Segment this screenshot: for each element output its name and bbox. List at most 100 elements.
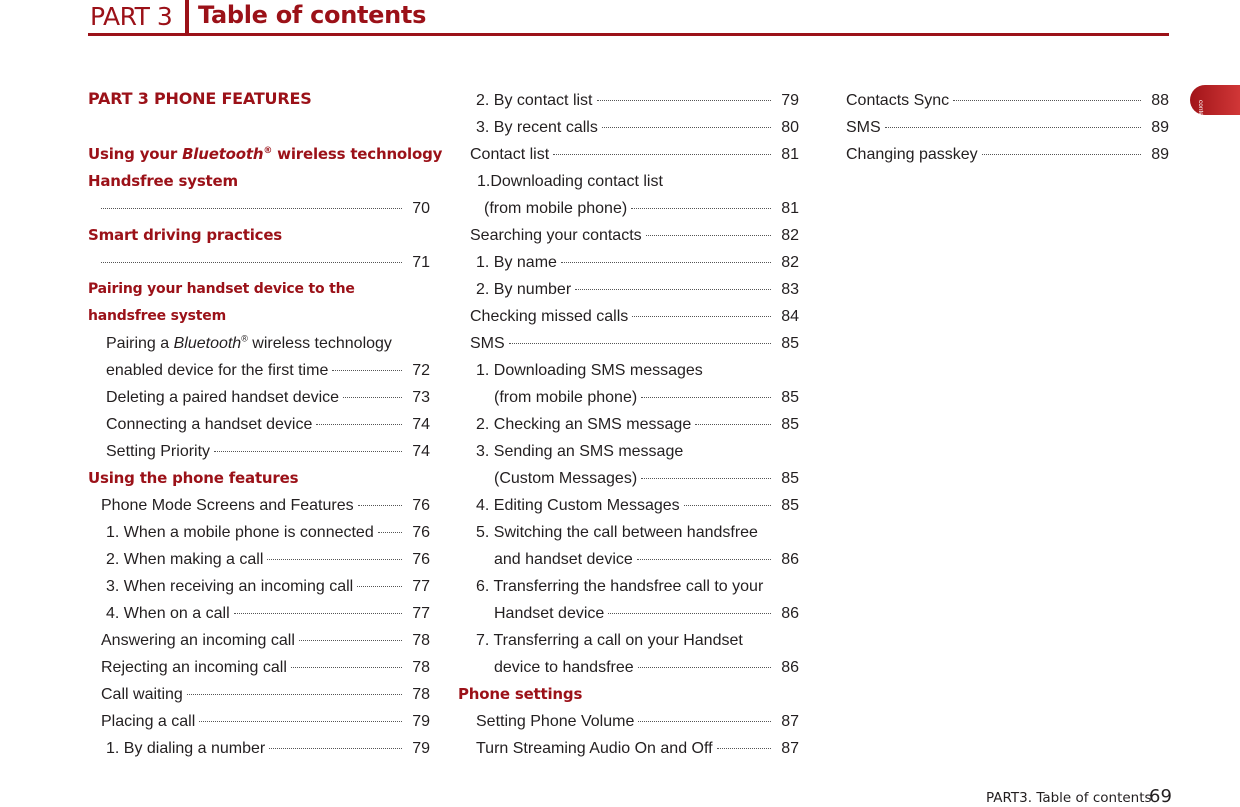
entry-label: 1. By name: [476, 254, 557, 271]
toc-entry[interactable]: 3. When receiving an incoming call 77: [88, 573, 430, 600]
toc-entry[interactable]: 2. Checking an SMS message 85: [458, 411, 799, 438]
toc-entry[interactable]: Contact list 81: [458, 141, 799, 168]
heading-text-italic: Bluetooth: [182, 145, 264, 163]
leader-dots: [641, 397, 771, 398]
entry-label: Placing a call: [101, 713, 196, 730]
section-heading-bluetooth[interactable]: Using your Bluetooth® wireless technolog…: [88, 141, 442, 168]
page-number: 86: [781, 659, 799, 676]
entry-label: Setting Phone Volume: [476, 713, 635, 730]
leader-dots: [553, 154, 771, 155]
toc-entry[interactable]: 2. When making a call 76: [88, 546, 430, 573]
page-number-footer: 69: [1149, 786, 1172, 807]
page-number: 87: [781, 713, 799, 730]
toc-entry[interactable]: 71: [88, 249, 430, 276]
entry-label: 7. Transferring a call on your Handset: [476, 632, 743, 649]
page-header: PART 3 Table of contents: [88, 0, 1169, 36]
page-number: 88: [1151, 92, 1169, 109]
toc-entry[interactable]: SMS 89: [846, 114, 1169, 141]
toc-entry[interactable]: Turn Streaming Audio On and Off 87: [458, 735, 799, 762]
leader-dots: [377, 532, 402, 533]
toc-entry[interactable]: Searching your contacts 82: [458, 222, 799, 249]
page-number: 81: [781, 200, 799, 217]
entry-label: 2. By contact list: [476, 92, 593, 109]
toc-entry[interactable]: Phone Mode Screens and Features 76: [88, 492, 430, 519]
page-number: 86: [781, 551, 799, 568]
toc-entry[interactable]: 70: [88, 195, 430, 222]
leader-dots: [316, 424, 402, 425]
toc-entry-line1[interactable]: 6. Transferring the handsfree call to yo…: [458, 573, 799, 600]
toc-column-1: PART 3 PHONE FEATURES Using your Bluetoo…: [88, 87, 442, 762]
toc-entry[interactable]: Deleting a paired handset device 73: [88, 384, 430, 411]
toc-entry[interactable]: 1. When a mobile phone is connected 76: [88, 519, 430, 546]
toc-entry[interactable]: enabled device for the first time 72: [88, 357, 430, 384]
page-number: 89: [1151, 146, 1169, 163]
toc-entry[interactable]: (from mobile phone) 85: [458, 384, 799, 411]
toc-entry[interactable]: 1. By name 82: [458, 249, 799, 276]
toc-entry-line1[interactable]: 1. Downloading SMS messages: [458, 357, 799, 384]
page-number: 77: [412, 578, 430, 595]
toc-entry[interactable]: 2. By number 83: [458, 276, 799, 303]
toc-entry-line1[interactable]: 5. Switching the call between handsfree: [458, 519, 799, 546]
entry-label: 1.Downloading contact list: [477, 173, 663, 190]
toc-entry-line1[interactable]: 7. Transferring a call on your Handset: [458, 627, 799, 654]
toc-column-3: Contacts Sync 88 SMS 89 Changing passkey…: [846, 87, 1169, 168]
section-heading-smart-driving[interactable]: Smart driving practices: [88, 222, 430, 249]
toc-entry[interactable]: Placing a call 79: [88, 708, 430, 735]
section-heading-phone-settings[interactable]: Phone settings: [458, 681, 799, 708]
page-number: 79: [781, 92, 799, 109]
part-heading: PART 3 PHONE FEATURES: [88, 89, 312, 108]
toc-entry[interactable]: (Custom Messages) 85: [458, 465, 799, 492]
page-number: 76: [412, 524, 430, 541]
entry-label: Phone Mode Screens and Features: [101, 497, 354, 514]
entry-label: 1. When a mobile phone is connected: [106, 524, 374, 541]
leader-dots: [233, 613, 402, 614]
entry-label: and handset device: [494, 551, 633, 568]
page-footer: PART3. Table of contents 69: [986, 786, 1172, 807]
contents-side-tab[interactable]: contents: [1190, 85, 1240, 125]
toc-entry[interactable]: Setting Priority 74: [88, 438, 430, 465]
toc-entry[interactable]: 4. When on a call 77: [88, 600, 430, 627]
part-label: PART 3: [90, 2, 173, 31]
section-heading-pairing-line2[interactable]: handsfree system: [88, 303, 430, 330]
toc-entry[interactable]: Answering an incoming call 78: [88, 627, 430, 654]
leader-dots: [199, 721, 402, 722]
toc-column-2: 2. By contact list 79 3. By recent calls…: [458, 87, 799, 762]
toc-entry[interactable]: Rejecting an incoming call 78: [88, 654, 430, 681]
toc-entry[interactable]: device to handsfree 86: [458, 654, 799, 681]
toc-entry[interactable]: Checking missed calls 84: [458, 303, 799, 330]
leader-dots: [645, 235, 771, 236]
toc-entry[interactable]: SMS 85: [458, 330, 799, 357]
page-number: 85: [781, 497, 799, 514]
toc-entry[interactable]: and handset device 86: [458, 546, 799, 573]
toc-entry-line1[interactable]: 3. Sending an SMS message: [458, 438, 799, 465]
toc-entry[interactable]: Contacts Sync 88: [846, 87, 1169, 114]
page-number: 72: [412, 362, 430, 379]
toc-entry[interactable]: 3. By recent calls 80: [458, 114, 799, 141]
page-number: 79: [412, 740, 430, 757]
toc-entry[interactable]: 1. By dialing a number 79: [88, 735, 430, 762]
leader-dots: [101, 208, 402, 209]
leader-dots: [608, 613, 771, 614]
section-heading-pairing[interactable]: Pairing your handset device to the: [88, 276, 430, 303]
page-number: 82: [781, 254, 799, 271]
toc-entry[interactable]: Connecting a handset device 74: [88, 411, 430, 438]
toc-entry[interactable]: 4. Editing Custom Messages 85: [458, 492, 799, 519]
toc-entry[interactable]: Handset device 86: [458, 600, 799, 627]
leader-dots: [638, 721, 771, 722]
page-number: 80: [781, 119, 799, 136]
entry-label: device to handsfree: [494, 659, 634, 676]
toc-entry[interactable]: 2. By contact list 79: [458, 87, 799, 114]
toc-entry[interactable]: (from mobile phone) 81: [458, 195, 799, 222]
leader-dots: [632, 316, 771, 317]
section-heading-using-phone[interactable]: Using the phone features: [88, 465, 430, 492]
section-heading-bluetooth-line2[interactable]: Handsfree system: [88, 168, 430, 195]
registered-mark: ®: [241, 333, 248, 344]
leader-dots: [953, 100, 1141, 101]
toc-entry[interactable]: Call waiting 78: [88, 681, 430, 708]
entry-text-italic: Bluetooth: [173, 335, 242, 352]
toc-entry-line1[interactable]: 1.Downloading contact list: [458, 168, 799, 195]
toc-entry-line1[interactable]: Pairing a Bluetooth® wireless technology: [88, 330, 430, 357]
toc-entry[interactable]: Setting Phone Volume 87: [458, 708, 799, 735]
page-number: 89: [1151, 119, 1169, 136]
toc-entry[interactable]: Changing passkey 89: [846, 141, 1169, 168]
